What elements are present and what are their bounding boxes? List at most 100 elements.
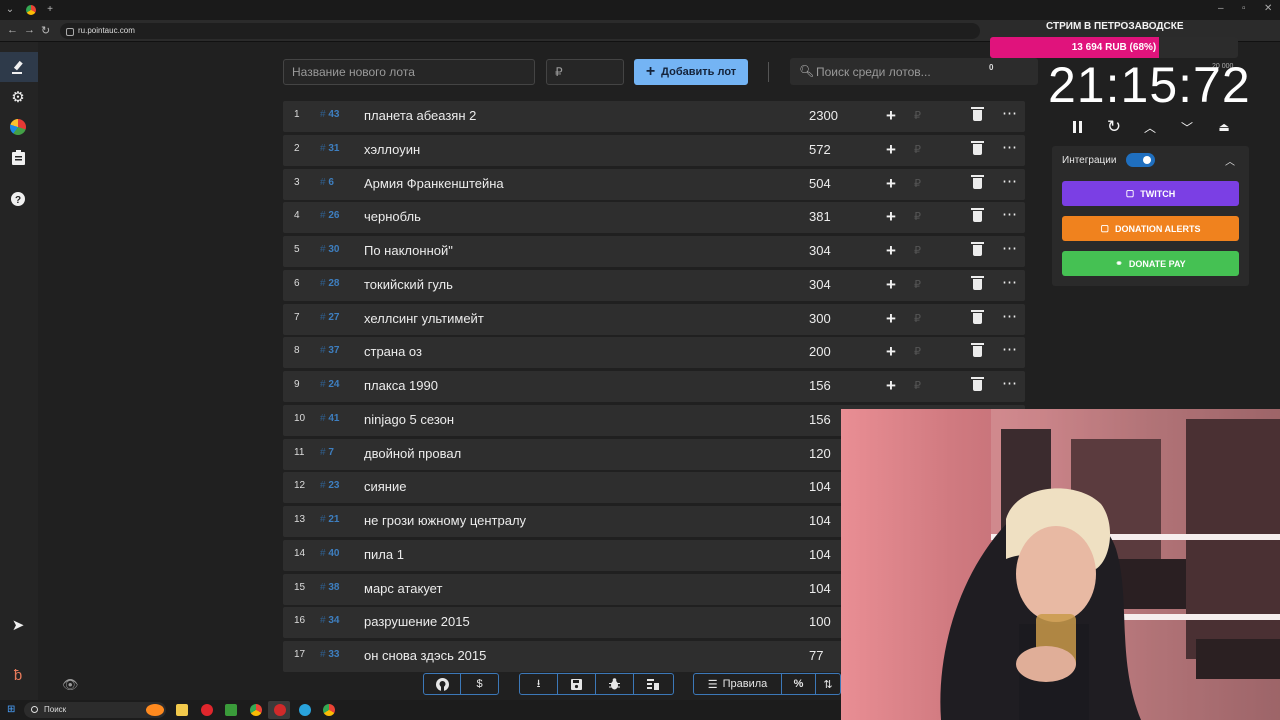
lot-row[interactable]: 1 43 планета абеазян 2 2300 + ₽ ⋯ <box>283 101 1025 132</box>
lot-row[interactable]: 4 26 чернобль 381 + ₽ ⋯ <box>283 202 1025 234</box>
chevron-down-icon[interactable]: ﹀ <box>1177 117 1197 137</box>
telegram-icon[interactable]: ➤ <box>9 616 27 634</box>
clear-list-icon[interactable] <box>634 674 672 694</box>
double-up-icon[interactable]: ⏏ <box>1214 117 1234 137</box>
new-tab-icon[interactable]: + <box>44 4 56 16</box>
download-icon[interactable]: ⭳ <box>520 674 558 694</box>
lot-name[interactable]: токийский гуль <box>364 277 453 292</box>
ruble-input-icon[interactable]: ₽ <box>914 379 921 392</box>
lot-id[interactable]: 24 <box>320 379 339 390</box>
forward-icon[interactable]: → <box>24 24 35 36</box>
lot-id[interactable]: 28 <box>320 278 339 289</box>
donation-alerts-button[interactable]: ▢ DONATION ALERTS <box>1062 216 1239 241</box>
lot-name[interactable]: разрушение 2015 <box>364 614 470 629</box>
extra-toolbar-icon[interactable]: ⇅ <box>816 674 840 694</box>
lot-name[interactable]: плакса 1990 <box>364 378 438 393</box>
lot-name[interactable]: он снова здэсь 2015 <box>364 648 486 663</box>
lot-name[interactable]: хеллсинг ультимейт <box>364 311 484 326</box>
file-explorer-icon[interactable] <box>176 704 188 716</box>
clipboard-icon[interactable] <box>9 148 27 166</box>
delete-trash-icon[interactable] <box>971 174 984 189</box>
lot-id[interactable]: 38 <box>320 582 339 593</box>
collapse-chevron-icon[interactable]: ︿ <box>1225 153 1235 168</box>
delete-trash-icon[interactable] <box>971 377 984 391</box>
lot-name[interactable]: марс атакует <box>364 581 442 596</box>
lot-name[interactable]: страна оз <box>364 344 422 359</box>
search-widget-icon[interactable] <box>146 704 164 716</box>
chrome-icon-2[interactable] <box>323 704 335 716</box>
percent-button[interactable]: % <box>782 674 816 694</box>
more-options-icon[interactable]: ⋯ <box>1002 239 1018 257</box>
lot-id[interactable]: 43 <box>320 109 339 120</box>
obs-icon[interactable] <box>274 704 286 716</box>
delete-trash-icon[interactable] <box>971 343 984 358</box>
chrome-icon[interactable] <box>250 704 262 716</box>
boosty-icon[interactable]: ƀ <box>9 666 27 684</box>
more-options-icon[interactable]: ⋯ <box>1002 374 1018 392</box>
lot-name[interactable]: сияние <box>364 479 406 494</box>
github-icon[interactable] <box>424 674 461 694</box>
delete-trash-icon[interactable] <box>971 309 984 324</box>
lot-name[interactable]: Армия Франкенштейна <box>364 176 504 191</box>
integrations-toggle[interactable] <box>1126 153 1155 167</box>
lot-name[interactable]: не грози южному централу <box>364 513 526 528</box>
tab-menu-icon[interactable]: ⌄ <box>4 4 16 16</box>
more-options-icon[interactable]: ⋯ <box>1002 138 1018 156</box>
more-options-icon[interactable]: ⋯ <box>1002 104 1018 122</box>
new-lot-name-input[interactable] <box>283 59 535 85</box>
lot-name[interactable]: хэллоуин <box>364 142 420 157</box>
donate-pay-button[interactable]: ⚭ DONATE PAY <box>1062 251 1239 276</box>
reload-icon[interactable]: ↻ <box>41 24 50 37</box>
url-field[interactable]: ru.pointauc.com <box>60 23 980 39</box>
bug-icon[interactable] <box>596 674 634 694</box>
donate-dollar-button[interactable]: $ <box>461 674 498 694</box>
more-options-icon[interactable]: ⋯ <box>1002 172 1018 190</box>
delete-trash-icon[interactable] <box>971 208 984 223</box>
lot-id[interactable]: 30 <box>320 244 339 255</box>
lot-row[interactable]: 5 30 По наклонной" 304 + ₽ ⋯ <box>283 236 1025 267</box>
more-options-icon[interactable]: ⋯ <box>1002 340 1018 358</box>
twitch-button[interactable]: ▢ TWITCH <box>1062 181 1239 206</box>
add-amount-button[interactable]: + <box>886 376 896 396</box>
rules-button[interactable]: ☰ Правила <box>694 674 782 694</box>
add-amount-button[interactable]: + <box>886 275 896 295</box>
add-amount-button[interactable]: + <box>886 342 896 362</box>
ruble-input-icon[interactable]: ₽ <box>914 109 921 122</box>
add-amount-button[interactable]: + <box>886 174 896 194</box>
lot-id[interactable]: 41 <box>320 413 339 424</box>
help-icon[interactable]: ? <box>9 190 27 208</box>
new-lot-price-input[interactable] <box>546 59 624 85</box>
lot-row[interactable]: 6 28 токийский гуль 304 + ₽ ⋯ <box>283 269 1025 301</box>
lot-row[interactable]: 3 6 Армия Франкенштейна 504 + ₽ ⋯ <box>283 168 1025 200</box>
opera-icon[interactable] <box>201 704 213 716</box>
delete-trash-icon[interactable] <box>971 107 984 121</box>
lot-name[interactable]: чернобль <box>364 209 421 224</box>
auction-gavel-icon[interactable] <box>9 58 27 76</box>
lot-id[interactable]: 34 <box>320 615 339 626</box>
minecraft-icon[interactable] <box>225 704 237 716</box>
delete-trash-icon[interactable] <box>971 275 984 290</box>
lot-search[interactable]: 🔍︎ <box>790 58 1038 85</box>
lot-name[interactable]: пила 1 <box>364 547 404 562</box>
more-options-icon[interactable]: ⋯ <box>1002 307 1018 325</box>
more-options-icon[interactable]: ⋯ <box>1002 273 1018 291</box>
lot-id[interactable]: 23 <box>320 480 339 491</box>
settings-gear-icon[interactable]: ⚙ <box>9 88 27 106</box>
ruble-input-icon[interactable]: ₽ <box>914 210 921 223</box>
pause-button[interactable] <box>1067 117 1087 137</box>
ruble-input-icon[interactable]: ₽ <box>914 312 921 325</box>
tab-favicon[interactable] <box>26 5 36 15</box>
delete-trash-icon[interactable] <box>971 140 984 155</box>
wheel-icon[interactable] <box>9 118 27 136</box>
lot-id[interactable]: 33 <box>320 649 339 660</box>
more-options-icon[interactable]: ⋯ <box>1002 205 1018 223</box>
reset-timer-icon[interactable]: ↻ <box>1104 117 1124 137</box>
start-icon[interactable]: ⊞ <box>7 704 15 715</box>
ruble-input-icon[interactable]: ₽ <box>914 143 921 156</box>
visibility-eye-icon[interactable]: 👁 <box>62 677 79 693</box>
chevron-up-icon[interactable]: ︿ <box>1140 117 1160 137</box>
lot-name[interactable]: По наклонной" <box>364 243 453 258</box>
save-icon[interactable] <box>558 674 596 694</box>
lot-id[interactable]: 26 <box>320 210 339 221</box>
lot-row[interactable]: 9 24 плакса 1990 156 + ₽ ⋯ <box>283 371 1025 402</box>
